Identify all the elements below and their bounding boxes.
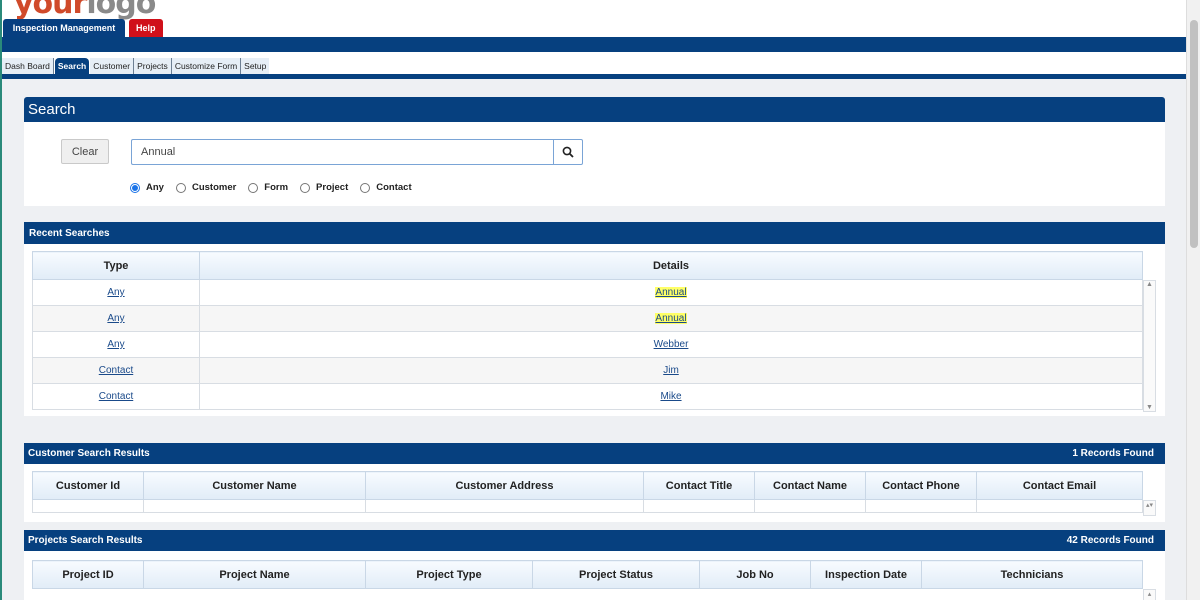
- header-band: [2, 37, 1186, 52]
- radio-dot[interactable]: [130, 182, 140, 193]
- column-header-type[interactable]: Type: [32, 251, 200, 280]
- column-header-project-name[interactable]: Project Name: [143, 560, 366, 589]
- column-header-customer-address[interactable]: Customer Address: [365, 471, 644, 500]
- column-header-technicians[interactable]: Technicians: [921, 560, 1143, 589]
- clear-button[interactable]: Clear: [61, 139, 109, 164]
- radio-dot[interactable]: [248, 182, 259, 193]
- projects-table-scrollbar[interactable]: ▴: [1143, 589, 1156, 600]
- search-panel: Clear Any Customer Form Project Contact: [24, 122, 1165, 206]
- table-row[interactable]: Any Annual: [32, 279, 1143, 306]
- radio-dot[interactable]: [175, 182, 186, 193]
- radio-customer[interactable]: Customer: [175, 182, 236, 193]
- table-row[interactable]: Any Annual: [32, 305, 1143, 332]
- recent-details-link[interactable]: Webber: [654, 339, 689, 350]
- sub-navigation: Dash Board Search Customer Projects Cust…: [2, 58, 270, 74]
- tab-help[interactable]: Help: [129, 19, 163, 37]
- recent-type-link[interactable]: Any: [107, 339, 124, 350]
- radio-dot[interactable]: [300, 182, 311, 193]
- search-title: Search: [28, 101, 76, 118]
- column-header-details[interactable]: Details: [199, 251, 1143, 280]
- recent-details-link[interactable]: Annual: [655, 287, 687, 298]
- tab-inspection-management[interactable]: Inspection Management: [3, 19, 125, 37]
- column-header-job-no[interactable]: Job No: [699, 560, 811, 589]
- logo: yourlogo: [14, 0, 156, 21]
- column-header-contact-title[interactable]: Contact Title: [643, 471, 755, 500]
- radio-project[interactable]: Project: [300, 182, 348, 193]
- radio-any[interactable]: Any: [130, 182, 164, 193]
- projects-results-title: Projects Search Results: [28, 535, 143, 546]
- subnav-search[interactable]: Search: [54, 58, 90, 74]
- column-header-contact-name[interactable]: Contact Name: [754, 471, 866, 500]
- column-header-project-status[interactable]: Project Status: [532, 560, 700, 589]
- projects-results-header: Projects Search Results 42 Records Found: [24, 530, 1165, 551]
- customer-results-title: Customer Search Results: [28, 448, 150, 459]
- recent-searches-title: Recent Searches: [29, 227, 110, 239]
- projects-results-panel: Project ID Project Name Project Type Pro…: [24, 551, 1165, 600]
- table-row[interactable]: Contact Jim: [32, 357, 1143, 384]
- customer-results-table: Customer Id Customer Name Customer Addre…: [32, 471, 1143, 513]
- column-header-customer-id[interactable]: Customer Id: [32, 471, 144, 500]
- search-type-options: Any Customer Form Project Contact: [130, 182, 412, 193]
- recent-type-link[interactable]: Contact: [99, 391, 133, 402]
- column-header-project-id[interactable]: Project ID: [32, 560, 144, 589]
- radio-dot[interactable]: [360, 182, 371, 193]
- recent-searches-panel: Type Details Any Annual Any Annual Any Webb…: [24, 244, 1165, 416]
- customer-table-scrollbar[interactable]: ▴▾: [1143, 500, 1156, 516]
- subnav-customize-form[interactable]: Customize Form: [171, 58, 242, 74]
- column-header-contact-phone[interactable]: Contact Phone: [865, 471, 977, 500]
- column-header-contact-email[interactable]: Contact Email: [976, 471, 1143, 500]
- recent-details-link[interactable]: Jim: [663, 365, 679, 376]
- customer-results-count: 1 Records Found: [1072, 448, 1154, 459]
- recent-searches-header: Recent Searches: [24, 222, 1165, 244]
- radio-contact[interactable]: Contact: [360, 182, 412, 193]
- subnav-dash-board[interactable]: Dash Board: [2, 58, 54, 74]
- column-header-customer-name[interactable]: Customer Name: [143, 471, 366, 500]
- projects-results-count: 42 Records Found: [1066, 535, 1154, 546]
- recent-searches-table: Type Details Any Annual Any Annual Any Webb…: [32, 251, 1143, 410]
- top-tabs: Inspection Management Help: [3, 19, 163, 37]
- recent-type-link[interactable]: Any: [107, 313, 124, 324]
- column-header-project-type[interactable]: Project Type: [365, 560, 533, 589]
- search-panel-header: Search: [24, 97, 1165, 122]
- recent-table-scrollbar[interactable]: ▲ ▼: [1143, 280, 1156, 412]
- table-row[interactable]: Any Webber: [32, 331, 1143, 358]
- scrollbar-thumb[interactable]: [1190, 20, 1198, 248]
- recent-type-link[interactable]: Any: [107, 287, 124, 298]
- customer-results-panel: Customer Id Customer Name Customer Addre…: [24, 464, 1165, 522]
- radio-form[interactable]: Form: [248, 182, 288, 193]
- projects-results-table: Project ID Project Name Project Type Pro…: [32, 560, 1143, 589]
- subnav-projects[interactable]: Projects: [134, 58, 172, 74]
- recent-details-link[interactable]: Mike: [660, 391, 681, 402]
- subnav-setup[interactable]: Setup: [241, 58, 270, 74]
- customer-results-header: Customer Search Results 1 Records Found: [24, 443, 1165, 464]
- subnav-customer[interactable]: Customer: [90, 58, 135, 74]
- column-header-inspection-date[interactable]: Inspection Date: [810, 560, 922, 589]
- search-button[interactable]: [553, 139, 583, 165]
- table-row[interactable]: Contact Mike: [32, 383, 1143, 410]
- page-scrollbar[interactable]: [1186, 0, 1200, 600]
- search-icon: [562, 146, 574, 158]
- recent-details-link[interactable]: Annual: [655, 313, 687, 324]
- table-row[interactable]: [32, 499, 1143, 513]
- search-input[interactable]: [131, 139, 554, 165]
- recent-type-link[interactable]: Contact: [99, 365, 133, 376]
